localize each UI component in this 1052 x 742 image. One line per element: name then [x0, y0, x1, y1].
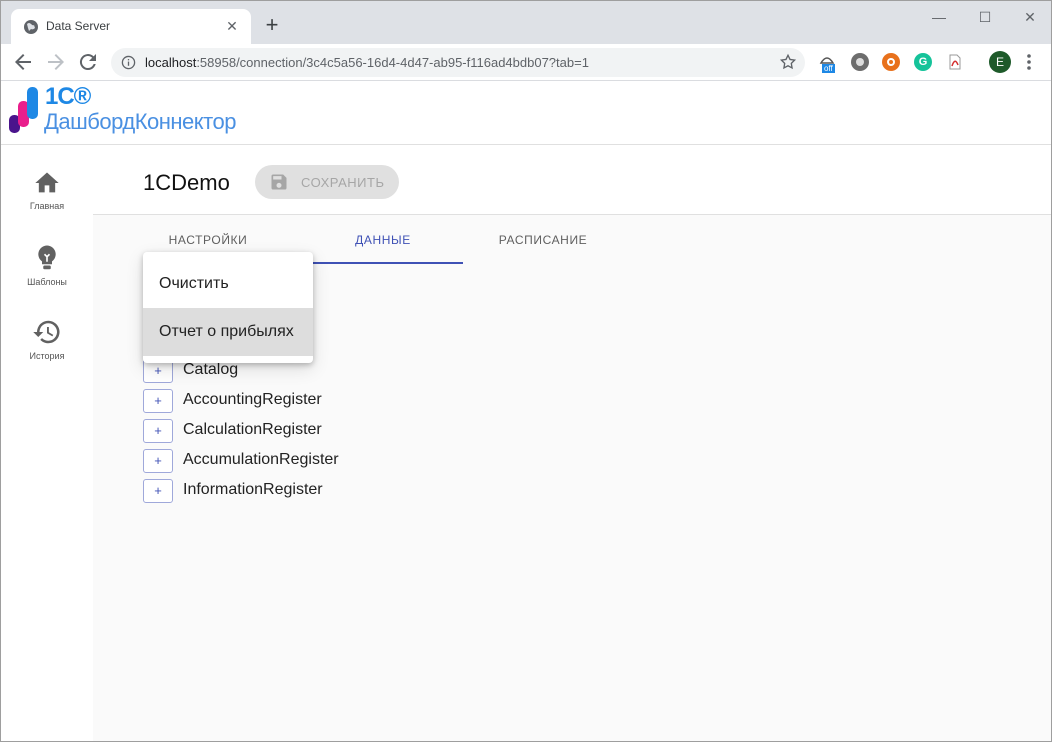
active-tab-indicator — [313, 262, 463, 264]
browser-tab[interactable]: Data Server ✕ — [11, 9, 251, 44]
tree-node-label[interactable]: AccumulationRegister — [183, 451, 339, 469]
menu-item-clear[interactable]: Очистить — [143, 260, 313, 308]
lightbulb-icon — [38, 245, 56, 270]
context-menu: Очистить Отчет о прибылях — [143, 252, 313, 363]
sidebar-item-label: Шаблоны — [27, 277, 67, 287]
sidebar-item-templates[interactable]: Шаблоны — [1, 243, 93, 313]
extension-badge: off — [822, 64, 835, 73]
url-text: localhost:58958/connection/3c4c5a56-16d4… — [145, 55, 589, 70]
extension-off-icon[interactable]: off — [818, 53, 836, 73]
logo-product-name: ДашбордКоннектор — [44, 109, 236, 134]
extension-orange-icon[interactable] — [882, 53, 900, 71]
floppy-disk-icon — [271, 174, 287, 190]
app-header: 1С® ДашбордКоннектор — [1, 81, 1051, 145]
tree-node-label[interactable]: InformationRegister — [183, 481, 323, 499]
sidebar-item-home[interactable]: Главная — [1, 169, 93, 239]
history-icon — [33, 320, 60, 344]
menu-item-profit-report[interactable]: Отчет о прибылях — [143, 308, 313, 356]
globe-icon — [24, 20, 38, 34]
expand-button[interactable]: + — [143, 389, 173, 413]
tab-schedule[interactable]: РАСПИСАНИЕ — [468, 216, 618, 264]
expand-button[interactable]: + — [143, 479, 173, 503]
browser-window: Data Server ✕ + — ☐ ✕ localhost:58958/co… — [0, 0, 1052, 742]
main-content: 1CDemo СОХРАНИТЬ НАСТРОЙКИ ДАННЫЕ РАСПИС… — [93, 145, 1051, 741]
tree-node-label[interactable]: Catalog — [183, 361, 238, 379]
tab-strip: Data Server ✕ + — ☐ ✕ — [1, 1, 1051, 44]
close-window-icon[interactable]: ✕ — [1020, 7, 1040, 27]
tree-node-label[interactable]: AccountingRegister — [183, 391, 322, 409]
expand-button[interactable]: + — [143, 449, 173, 473]
save-button[interactable]: СОХРАНИТЬ — [255, 165, 399, 199]
extension-grey-icon[interactable] — [851, 53, 869, 71]
pdf-icon[interactable] — [946, 53, 964, 71]
logo-1c-text: 1С® — [45, 83, 91, 110]
tree-node-label[interactable]: CalculationRegister — [183, 421, 322, 439]
profile-avatar[interactable]: E — [989, 51, 1011, 73]
sidebar-item-history[interactable]: История — [1, 317, 93, 387]
page-title: 1CDemo — [143, 170, 230, 195]
tab-data[interactable]: ДАННЫЕ — [308, 216, 458, 264]
forward-arrow-icon[interactable] — [44, 50, 68, 74]
expand-button[interactable]: + — [143, 419, 173, 443]
logo-cylinders-icon — [9, 87, 38, 133]
info-icon[interactable] — [121, 55, 136, 70]
home-icon — [35, 172, 59, 193]
sidebar-item-label: История — [29, 351, 65, 361]
close-tab-icon[interactable]: ✕ — [223, 17, 241, 35]
bookmark-star-icon[interactable] — [779, 53, 797, 71]
grammarly-icon[interactable]: G — [914, 53, 932, 71]
back-arrow-icon[interactable] — [11, 50, 35, 74]
sidebar: Главная Шаблоны История — [1, 145, 93, 741]
address-bar[interactable]: localhost:58958/connection/3c4c5a56-16d4… — [111, 48, 805, 77]
tab-title: Data Server — [46, 19, 111, 33]
maximize-icon[interactable]: ☐ — [975, 7, 995, 27]
minimize-icon[interactable]: — — [929, 7, 949, 27]
title-bar: 1CDemo СОХРАНИТЬ — [93, 145, 1051, 215]
sidebar-item-label: Главная — [29, 201, 65, 211]
browser-toolbar: localhost:58958/connection/3c4c5a56-16d4… — [1, 44, 1051, 81]
browser-menu-icon[interactable] — [1021, 53, 1037, 71]
save-button-label: СОХРАНИТЬ — [301, 175, 385, 190]
new-tab-button[interactable]: + — [261, 14, 283, 37]
reload-icon[interactable] — [76, 50, 100, 74]
